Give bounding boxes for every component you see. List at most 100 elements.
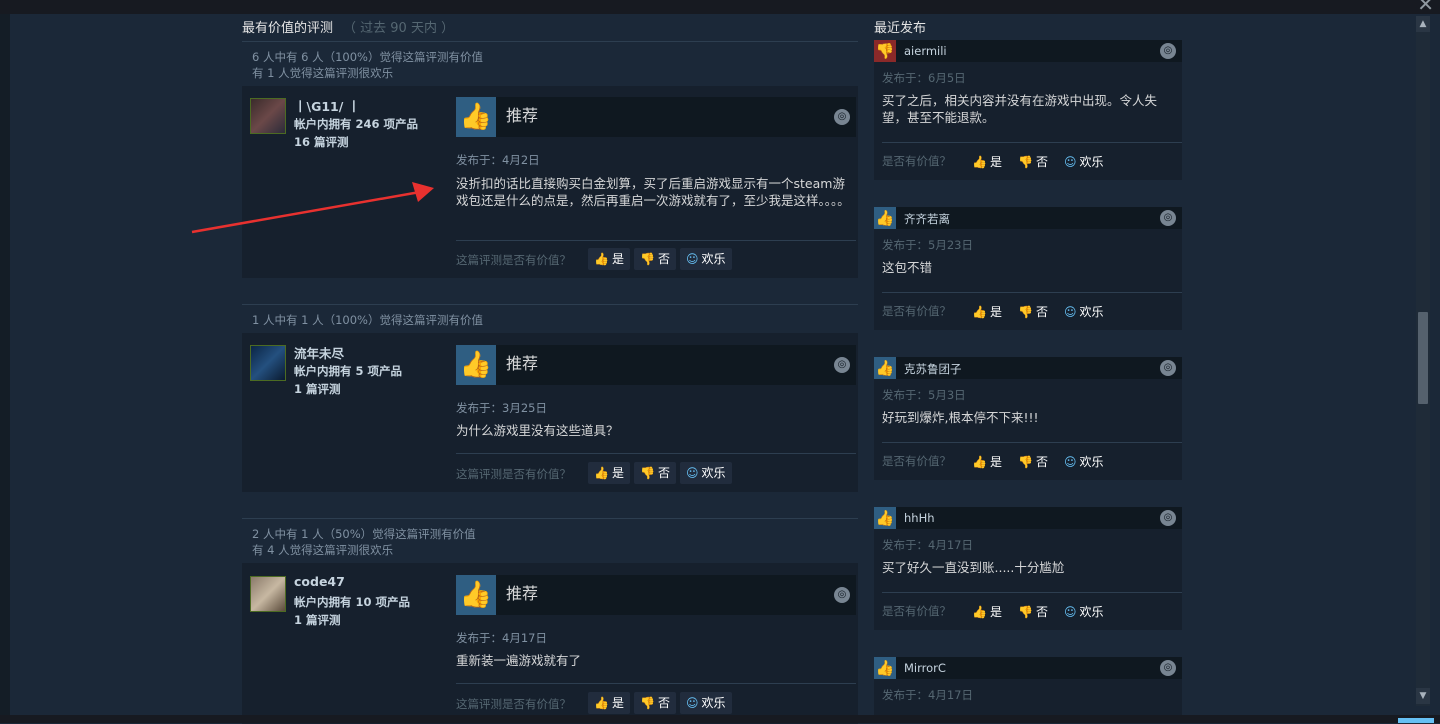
products-owned[interactable]: 帐户内拥有 246 项产品 (294, 116, 418, 132)
recent-author-name[interactable]: 齐齐若离 (904, 211, 950, 227)
vote-no-button[interactable]: 👎 否 (1018, 303, 1048, 320)
helpful-question: 是否有价值？ (882, 304, 951, 318)
smile-icon: ☺ (686, 466, 699, 480)
products-owned[interactable]: 帐户内拥有 10 项产品 (294, 594, 410, 610)
posted-date: 发布于：4月17日 (456, 631, 547, 645)
vote-funny-button[interactable]: ☺ 欢乐 (1064, 153, 1104, 170)
bottom-bar (0, 715, 1440, 723)
verdict-label: 推荐 (506, 584, 539, 603)
recent-review-card: 👎 aiermili ◎ 发布于：6月5日 买了之后，相关内容并没有在游戏中出现… (874, 40, 1182, 180)
steam-icon: ◎ (1160, 210, 1176, 226)
vote-no-button[interactable]: 👎 否 (1018, 603, 1048, 620)
recent-author-name[interactable]: 克苏鲁团子 (904, 361, 962, 377)
avatar[interactable] (250, 576, 286, 612)
smile-icon: ☺ (1064, 305, 1077, 319)
thumbs-down-icon: 👎 (874, 40, 896, 62)
recent-author-name[interactable]: MirrorC (904, 661, 946, 675)
review-count[interactable]: 16 篇评测 (294, 134, 349, 150)
review-summary: 2 人中有 1 人（50%）觉得这篇评测有价值 有 4 人觉得这篇评测很欢乐 (242, 519, 858, 563)
top-bar: ✕ (0, 0, 1440, 14)
steam-icon: ◎ (1160, 660, 1176, 676)
review-card: 1 人中有 1 人（100%）觉得这篇评测有价值 流年未尽 帐户内拥有 5 项产… (242, 304, 858, 492)
vote-yes-button[interactable]: 👍 是 (972, 153, 1002, 170)
recent-author-name[interactable]: aiermili (904, 44, 947, 58)
yes-label: 是 (989, 605, 1002, 619)
yes-label: 是 (611, 252, 624, 266)
vote-funny-button[interactable]: ☺ 欢乐 (1064, 303, 1104, 320)
yes-label: 是 (989, 455, 1002, 469)
recent-review-card: 👍 齐齐若离 ◎ 发布于：5月23日 这包不错 是否有价值？ 👍 是 👎 否 ☺ 欢乐 (874, 207, 1182, 330)
vote-yes-button[interactable]: 👍 是 (588, 248, 630, 270)
avatar[interactable] (250, 345, 286, 381)
scroll-down-button[interactable]: ▼ (1416, 688, 1430, 704)
vote-no-button[interactable]: 👎 否 (634, 462, 676, 484)
helpful-question: 是否有价值？ (882, 154, 951, 168)
posted-date: 发布于：4月2日 (456, 153, 540, 167)
products-owned[interactable]: 帐户内拥有 5 项产品 (294, 363, 402, 379)
review-count[interactable]: 1 篇评测 (294, 381, 341, 397)
vote-header[interactable]: 👍 推荐 ◎ (456, 97, 856, 137)
thumbs-up-icon: 👍 (594, 252, 609, 266)
smile-icon: ☺ (686, 696, 699, 710)
thumbs-up-icon: 👍 (594, 466, 609, 480)
helpful-row: 是否有价值？ 👍 是 👎 否 ☺ 欢乐 (882, 300, 1182, 320)
thumbs-down-icon: 👎 (640, 466, 655, 480)
vote-no-button[interactable]: 👎 否 (634, 248, 676, 270)
review-content: 买了好久一直没到账.....十分尴尬 (882, 560, 1065, 575)
review-count[interactable]: 1 篇评测 (294, 612, 341, 628)
author-name[interactable]: 丨\G11/ 丨 (294, 96, 360, 115)
vote-funny-button[interactable]: ☺ 欢乐 (680, 692, 732, 714)
vote-yes-button[interactable]: 👍 是 (972, 303, 1002, 320)
author-name[interactable]: code47 (294, 574, 345, 589)
steam-icon: ◎ (1160, 43, 1176, 59)
recent-review-header[interactable]: 👎 aiermili ◎ (874, 40, 1182, 62)
vote-no-button[interactable]: 👎 否 (1018, 153, 1048, 170)
vote-header[interactable]: 👍 推荐 ◎ (456, 345, 856, 385)
avatar[interactable] (250, 98, 286, 134)
bottom-accent (1398, 718, 1434, 723)
divider (882, 142, 1182, 143)
thumbs-up-icon: 👍 (972, 305, 987, 319)
vote-no-button[interactable]: 👎 否 (1018, 453, 1048, 470)
review-summary: 1 人中有 1 人（100%）觉得这篇评测有价值 (242, 305, 858, 333)
vote-yes-button[interactable]: 👍 是 (972, 453, 1002, 470)
steam-icon: ◎ (834, 109, 850, 125)
funny-label: 欢乐 (701, 252, 726, 266)
author-name[interactable]: 流年未尽 (294, 343, 344, 362)
thumbs-up-icon: 👍 (972, 455, 987, 469)
vote-funny-button[interactable]: ☺ 欢乐 (680, 462, 732, 484)
recent-author-name[interactable]: hhHh (904, 511, 935, 525)
vote-funny-button[interactable]: ☺ 欢乐 (680, 248, 732, 270)
recent-review-header[interactable]: 👍 克苏鲁团子 ◎ (874, 357, 1182, 379)
recent-review-header[interactable]: 👍 齐齐若离 ◎ (874, 207, 1182, 229)
thumbs-up-icon: 👍 (456, 97, 496, 137)
vote-funny-button[interactable]: ☺ 欢乐 (1064, 453, 1104, 470)
vote-yes-button[interactable]: 👍 是 (588, 692, 630, 714)
helpful-summary: 6 人中有 6 人（100%）觉得这篇评测有价值 (252, 50, 483, 64)
smile-icon: ☺ (1064, 155, 1077, 169)
scroll-up-button[interactable]: ▲ (1416, 16, 1430, 32)
review-content: 这包不错 (882, 260, 933, 275)
recent-review-header[interactable]: 👍 MirrorC ◎ (874, 657, 1182, 679)
vote-yes-button[interactable]: 👍 是 (972, 603, 1002, 620)
yes-label: 是 (989, 305, 1002, 319)
review-content: 买了之后，相关内容并没有在游戏中出现。令人失望，甚至不能退款。 (882, 93, 1158, 125)
close-icon[interactable]: ✕ (1417, 0, 1434, 14)
vote-yes-button[interactable]: 👍 是 (588, 462, 630, 484)
thumbs-up-icon: 👍 (456, 345, 496, 385)
thumbs-down-icon: 👎 (640, 696, 655, 710)
annotation-arrow-icon (191, 182, 434, 234)
divider (882, 292, 1182, 293)
scrollbar-thumb[interactable] (1418, 312, 1428, 404)
thumbs-up-icon: 👍 (594, 696, 609, 710)
no-label: 否 (657, 466, 670, 480)
funny-label: 欢乐 (701, 696, 726, 710)
vote-no-button[interactable]: 👎 否 (634, 692, 676, 714)
vote-header[interactable]: 👍 推荐 ◎ (456, 575, 856, 615)
recent-title: 最近发布 (874, 21, 927, 36)
no-label: 否 (1035, 305, 1048, 319)
recent-review-header[interactable]: 👍 hhHh ◎ (874, 507, 1182, 529)
thumbs-down-icon: 👎 (1018, 605, 1033, 619)
no-label: 否 (657, 252, 670, 266)
vote-funny-button[interactable]: ☺ 欢乐 (1064, 603, 1104, 620)
